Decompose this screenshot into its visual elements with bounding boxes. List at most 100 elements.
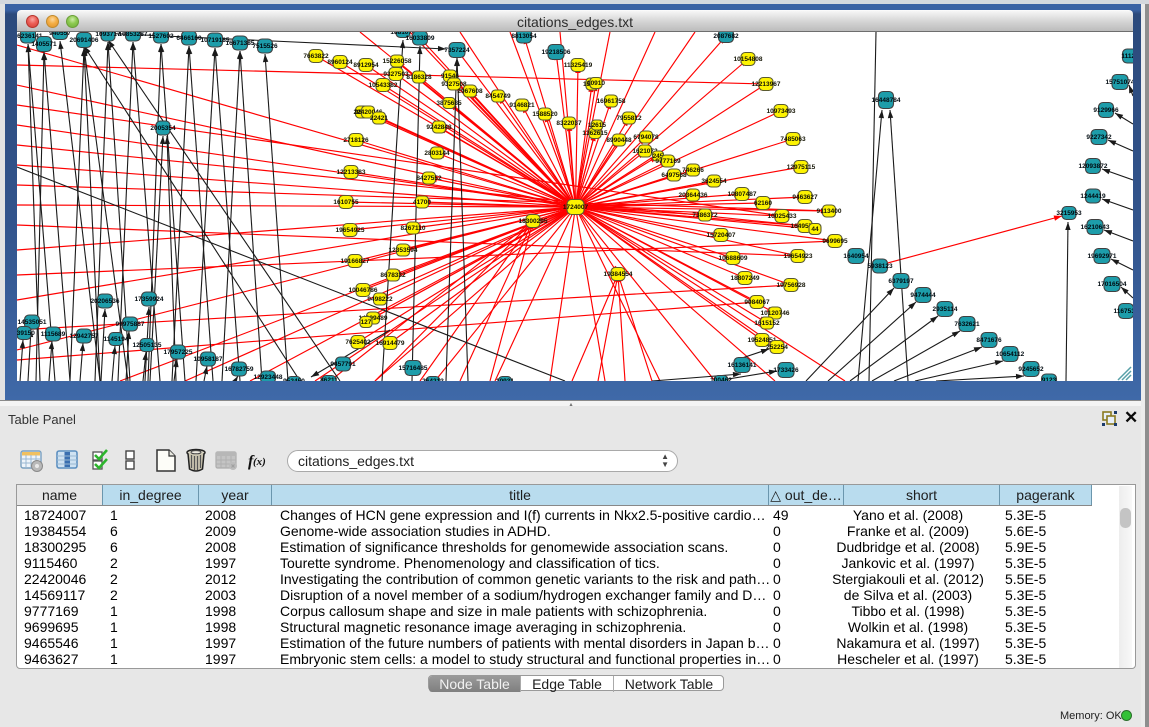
svg-text:1167533: 1167533 xyxy=(1114,308,1133,315)
svg-text:1362615: 1362615 xyxy=(582,130,608,137)
svg-text:9129966: 9129966 xyxy=(1093,107,1119,114)
svg-text:12923448: 12923448 xyxy=(254,374,283,381)
svg-text:10853287: 10853287 xyxy=(119,32,148,38)
svg-text:7485063: 7485063 xyxy=(780,136,806,143)
svg-text:2967608: 2967608 xyxy=(457,88,483,95)
svg-text:1527602: 1527602 xyxy=(148,33,174,40)
svg-text:20364436: 20364436 xyxy=(679,192,708,199)
svg-text:18300295: 18300295 xyxy=(519,218,548,225)
svg-text:10910: 10910 xyxy=(587,80,605,87)
svg-text:16136141: 16136141 xyxy=(728,362,757,369)
svg-text:17957225: 17957225 xyxy=(164,349,193,356)
svg-text:14535051: 14535051 xyxy=(18,319,47,326)
svg-text:252254: 252254 xyxy=(766,344,788,351)
svg-text:12505135: 12505135 xyxy=(133,342,162,349)
svg-text:6466160: 6466160 xyxy=(176,35,202,42)
svg-text:1640954: 1640954 xyxy=(843,253,869,260)
svg-text:16033809: 16033809 xyxy=(406,35,435,42)
svg-text:7625402: 7625402 xyxy=(345,339,371,346)
svg-text:19218506: 19218506 xyxy=(542,49,571,56)
svg-text:16448784: 16448784 xyxy=(872,97,901,104)
svg-text:16671385: 16671385 xyxy=(226,40,255,47)
svg-text:15716485: 15716485 xyxy=(399,365,428,372)
svg-text:8990448: 8990448 xyxy=(606,137,632,144)
svg-text:12353594: 12353594 xyxy=(389,247,418,254)
svg-text:19756928: 19756928 xyxy=(777,282,806,289)
svg-text:2718126: 2718126 xyxy=(343,137,369,144)
svg-text:100462: 100462 xyxy=(710,377,732,381)
svg-text:9084067: 9084067 xyxy=(744,299,770,306)
svg-text:7357224: 7357224 xyxy=(444,47,470,54)
svg-text:20691406: 20691406 xyxy=(70,37,99,44)
svg-text:10025433: 10025433 xyxy=(768,213,797,220)
svg-text:127: 127 xyxy=(361,319,372,326)
svg-text:10807487: 10807487 xyxy=(728,191,757,198)
svg-text:9457791: 9457791 xyxy=(330,361,356,368)
svg-text:19654925: 19654925 xyxy=(336,227,365,234)
svg-text:5938123: 5938123 xyxy=(867,263,893,270)
svg-text:9327508: 9327508 xyxy=(441,81,467,88)
svg-text:99975887: 99975887 xyxy=(116,321,145,328)
svg-text:9498222: 9498222 xyxy=(367,296,393,303)
svg-text:3875685: 3875685 xyxy=(436,100,462,107)
svg-text:11325419: 11325419 xyxy=(564,62,593,69)
svg-text:8813054: 8813054 xyxy=(511,33,537,40)
svg-text:7386372: 7386372 xyxy=(692,212,718,219)
svg-text:12213383: 12213383 xyxy=(337,169,366,176)
svg-text:1405571: 1405571 xyxy=(31,41,57,48)
svg-text:10046786: 10046786 xyxy=(349,287,378,294)
svg-text:16914479: 16914479 xyxy=(376,340,405,347)
svg-text:10543382: 10543382 xyxy=(369,82,398,89)
svg-text:9242848: 9242848 xyxy=(426,124,452,131)
svg-text:19692971: 19692971 xyxy=(1088,253,1117,260)
svg-text:9474444: 9474444 xyxy=(910,292,936,299)
svg-text:9146821: 9146821 xyxy=(509,102,535,109)
svg-text:6379197: 6379197 xyxy=(888,278,914,285)
svg-text:12942757: 12942757 xyxy=(70,333,99,340)
svg-text:41700: 41700 xyxy=(413,199,431,206)
svg-text:1145194: 1145194 xyxy=(104,336,129,343)
svg-text:1733426: 1733426 xyxy=(773,367,799,374)
svg-text:(x): (x) xyxy=(253,456,266,468)
svg-text:8186328: 8186328 xyxy=(406,74,432,81)
svg-text:19654923: 19654923 xyxy=(784,253,813,260)
svg-text:1588520: 1588520 xyxy=(532,111,558,118)
svg-text:22421: 22421 xyxy=(370,115,388,122)
svg-text:12093872: 12093872 xyxy=(1079,163,1108,170)
svg-text:11123: 11123 xyxy=(1121,53,1133,60)
svg-text:16782759: 16782759 xyxy=(225,366,254,373)
svg-text:8960124: 8960124 xyxy=(327,59,353,66)
svg-text:3624554: 3624554 xyxy=(701,178,727,185)
svg-text:9699695: 9699695 xyxy=(822,238,848,245)
svg-text:746266: 746266 xyxy=(682,167,704,174)
svg-text:1244419: 1244419 xyxy=(1080,193,1106,200)
svg-text:2803144: 2803144 xyxy=(424,150,450,157)
svg-text:1615152: 1615152 xyxy=(754,320,780,327)
svg-text:6794078: 6794078 xyxy=(633,134,659,141)
svg-text:9327503: 9327503 xyxy=(383,71,409,78)
svg-text:86211: 86211 xyxy=(320,377,338,381)
svg-text:8267110: 8267110 xyxy=(401,225,426,232)
svg-text:264213: 264213 xyxy=(422,378,444,381)
svg-text:10120746: 10120746 xyxy=(761,310,790,317)
svg-text:7663822: 7663822 xyxy=(303,53,329,60)
svg-text:9463627: 9463627 xyxy=(792,194,818,201)
svg-text:19384554: 19384554 xyxy=(604,271,633,278)
svg-text:12975115: 12975115 xyxy=(787,164,816,171)
svg-text:9245652: 9245652 xyxy=(1018,366,1044,373)
svg-text:8912954: 8912954 xyxy=(353,62,379,69)
svg-text:8454749: 8454749 xyxy=(485,93,511,100)
svg-text:7515526: 7515526 xyxy=(252,43,278,50)
svg-text:9777169: 9777169 xyxy=(655,158,681,165)
svg-text:18807249: 18807249 xyxy=(731,275,760,282)
svg-text:17016504: 17016504 xyxy=(1098,281,1127,288)
svg-text:15720407: 15720407 xyxy=(707,232,736,239)
svg-text:1610755: 1610755 xyxy=(333,199,359,206)
svg-text:8678332: 8678332 xyxy=(380,272,406,279)
svg-text:7632621: 7632621 xyxy=(954,321,980,328)
svg-text:10688609: 10688609 xyxy=(719,255,748,262)
svg-text:44: 44 xyxy=(811,226,819,233)
svg-text:1724007: 1724007 xyxy=(563,204,589,211)
svg-text:952450: 952450 xyxy=(283,378,305,381)
svg-text:2005354: 2005354 xyxy=(150,125,176,132)
